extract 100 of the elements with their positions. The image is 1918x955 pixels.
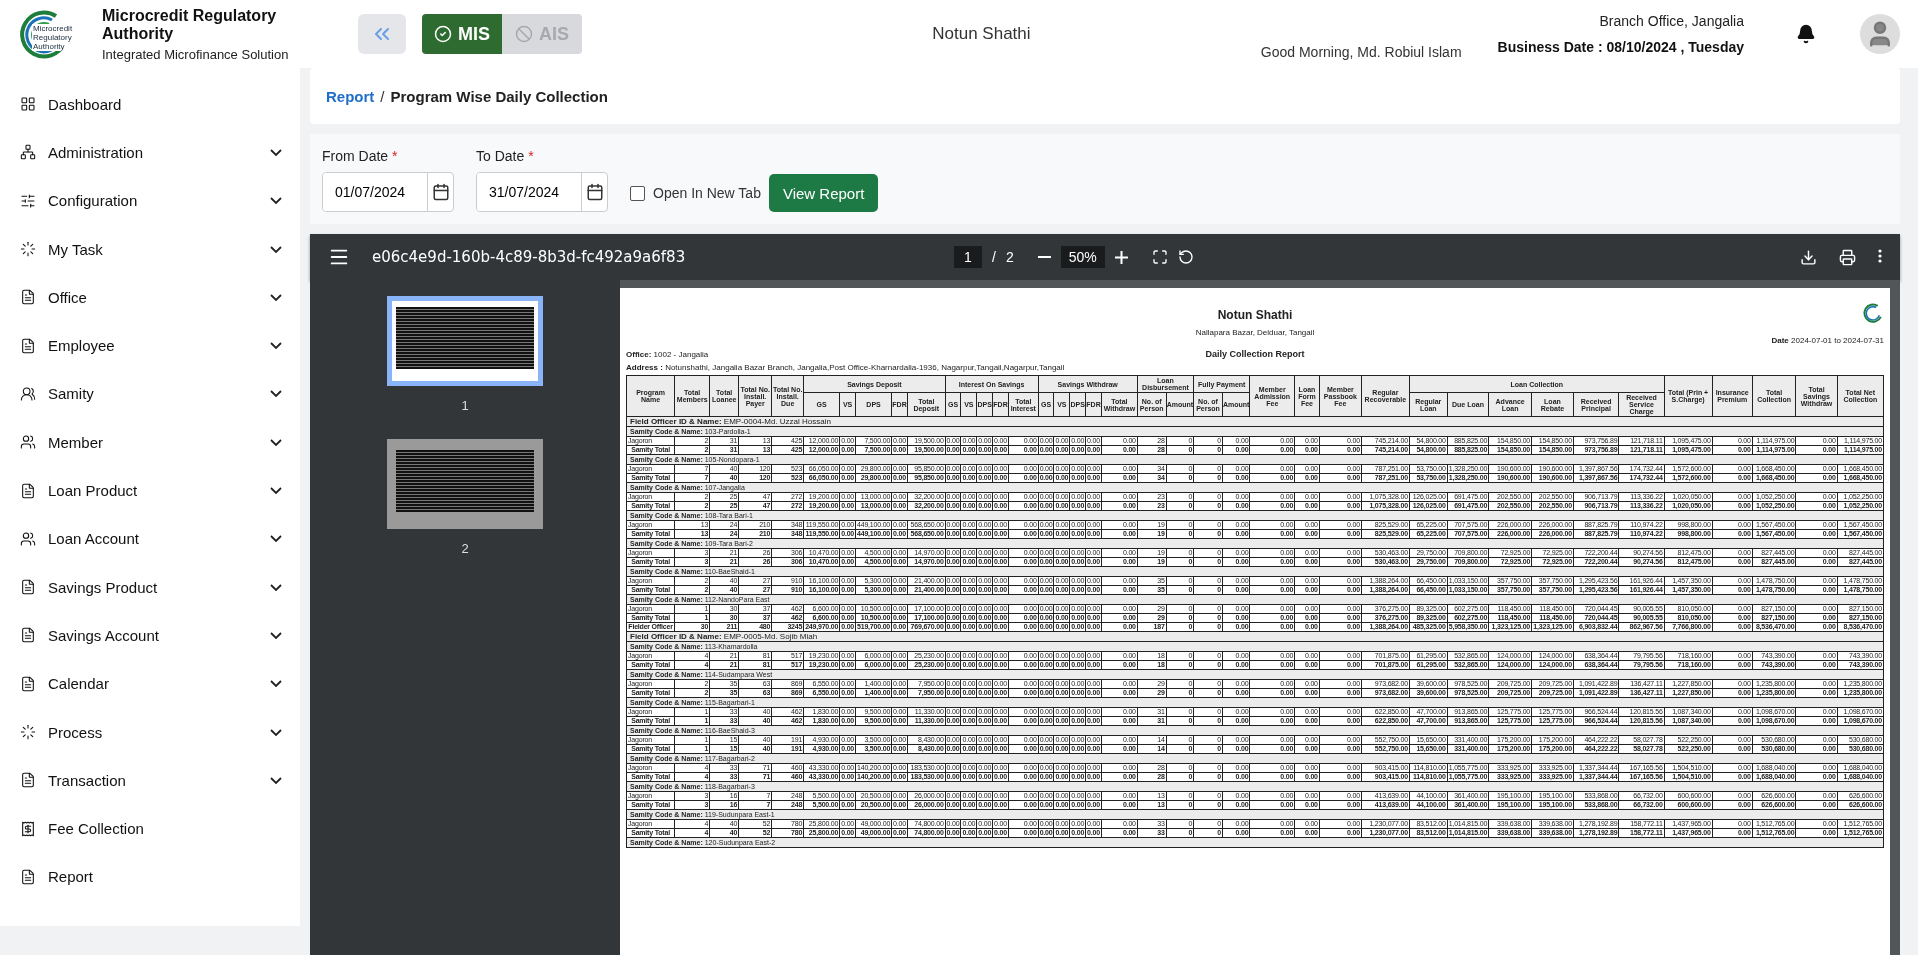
chevron-down-icon <box>270 487 282 494</box>
zoom-in-button[interactable] <box>1114 250 1128 264</box>
print-button[interactable] <box>1839 248 1856 266</box>
sidebar-item[interactable]: Calendar <box>0 659 300 708</box>
plus-icon <box>1114 250 1128 264</box>
grid-icon <box>20 96 36 113</box>
fit-icon <box>1151 249 1168 265</box>
ban-icon <box>515 25 533 43</box>
thumbnail-label: 1 <box>461 398 469 413</box>
document-icon <box>20 289 36 306</box>
chevron-down-icon <box>270 583 282 591</box>
branch-title: Notun Shathi <box>931 24 1032 44</box>
sidebar-item[interactable]: Dashboard <box>0 80 300 129</box>
view-report-button[interactable]: View Report <box>768 174 879 212</box>
sliders-icon <box>20 192 36 209</box>
document-icon <box>20 868 36 885</box>
sidebar-item[interactable]: Fee Collection <box>0 804 300 853</box>
chevron-down-icon <box>270 631 282 639</box>
office-text: Office: 1002 - Jangalia <box>626 350 710 359</box>
sidebar-item[interactable]: Office <box>0 273 300 322</box>
page-separator: / <box>992 249 996 265</box>
fit-page-button[interactable] <box>1151 249 1168 265</box>
document-icon <box>20 675 36 692</box>
chevron-down-icon <box>270 245 282 253</box>
sidebar-item[interactable]: My Task <box>0 224 300 274</box>
minus-icon <box>1037 256 1051 258</box>
breadcrumb-link[interactable]: Report <box>326 87 375 105</box>
chevron-down-icon <box>270 438 282 446</box>
sidebar-item[interactable]: Report <box>0 852 300 902</box>
breadcrumb-current: Program Wise Daily Collection <box>390 87 608 105</box>
loader-icon <box>20 241 36 258</box>
download-button[interactable] <box>1800 248 1817 266</box>
field-label: To Date * <box>476 148 535 164</box>
logo-text: Microcredit Regulatory Authority <box>32 24 74 51</box>
people-icon <box>20 144 36 161</box>
date-range-text: Date 2024-07-01 to 2024-07-31 <box>1771 336 1884 345</box>
notifications-button[interactable] <box>1796 24 1816 44</box>
document-icon <box>20 772 36 789</box>
chevron-down-icon <box>270 390 282 398</box>
date-field[interactable]: 01/07/2024 <box>322 172 454 212</box>
mode-toggle[interactable]: MIS <box>422 14 502 54</box>
business-date: Business Date : 08/10/2024 , Tuesday <box>1497 39 1744 55</box>
file-name: e06c4e9d-160b-4c89-8b3d-fc492a9a6f83 <box>372 248 687 266</box>
calendar-icon[interactable] <box>431 183 450 201</box>
greeting-text: Good Morning, Md. Robiul Islam <box>1260 44 1462 60</box>
bell-icon <box>1796 24 1816 44</box>
document-icon <box>20 337 36 354</box>
report-address: Nallapara Bazar, Delduar, Tangail <box>1195 328 1315 337</box>
chevron-down-icon <box>270 680 282 688</box>
sidebar-item[interactable]: Configuration <box>0 176 300 225</box>
avatar[interactable] <box>1860 14 1900 54</box>
receipt-icon <box>20 820 36 837</box>
chevron-down-icon <box>270 728 282 736</box>
thumbnail-label: 2 <box>461 541 469 556</box>
branch-name: Branch Office, Jangalia <box>1599 13 1744 29</box>
breadcrumb-separator: / <box>380 87 385 105</box>
field-label: From Date * <box>322 148 399 164</box>
officer-heading: Field Officer ID & Name: EMP-0004-Md. Uzzal Hossain <box>626 416 1884 427</box>
address-text: Address : Notunshathi, Jangalia Bazar Branch, Jangalia,Post Office-Kharnardalia-1936, Nagarpur,Tangail,Nagarpur,Tangail <box>626 363 1066 372</box>
chevron-down-icon <box>270 197 282 205</box>
chevron-down-icon <box>270 293 282 301</box>
organization-name: Microcredit Regulatory Authority <box>102 6 278 43</box>
sidebar-item[interactable]: Loan Account <box>0 514 300 563</box>
sidebar-item[interactable]: Savings Account <box>0 611 300 660</box>
sidebar-item[interactable]: Savings Product <box>0 562 300 612</box>
users-icon <box>20 530 36 547</box>
loader-icon <box>20 724 36 740</box>
logo-icon <box>1862 302 1884 324</box>
calendar-icon[interactable] <box>585 183 604 201</box>
page-total: 2 <box>1005 249 1014 265</box>
more-icon <box>1878 248 1882 263</box>
group-icon <box>20 385 36 402</box>
document-icon <box>20 579 36 596</box>
sidebar-item[interactable]: Loan Product <box>0 466 300 515</box>
rotate-icon <box>1177 249 1194 265</box>
download-icon <box>1800 248 1817 266</box>
users-icon <box>20 434 36 451</box>
page-thumbnail[interactable] <box>387 439 543 529</box>
chevron-down-icon <box>270 535 282 543</box>
printer-icon <box>1839 248 1856 266</box>
sidebar-item[interactable]: Samity <box>0 369 300 419</box>
date-field[interactable]: 31/07/2024 <box>476 172 608 212</box>
chevron-down-icon <box>270 148 282 156</box>
sidebar-item[interactable]: Member <box>0 418 300 467</box>
zoom-field[interactable]: 50% <box>1060 246 1105 268</box>
report-subtitle: Daily Collection Report <box>1205 349 1305 359</box>
page-number-field[interactable]: 1 <box>954 246 982 268</box>
document-icon <box>20 627 36 644</box>
rotate-button[interactable] <box>1177 249 1194 265</box>
chevron-down-icon <box>270 342 282 350</box>
report-title: Notun Shathi <box>1217 308 1293 322</box>
organization-subtitle: Integrated Microfinance Solution <box>102 46 290 62</box>
sidebar-item[interactable]: Administration <box>0 128 300 177</box>
check-circle-icon <box>434 25 452 43</box>
sidebar-item[interactable]: Employee <box>0 321 300 370</box>
page-thumbnail[interactable] <box>387 296 543 386</box>
sidebar-item[interactable]: Transaction <box>0 756 300 805</box>
new-tab-checkbox[interactable]: Open In New Tab <box>630 174 761 212</box>
sidebar-item[interactable]: Process <box>0 707 300 757</box>
officer-heading: Field Officer ID & Name: EMP-0005-Md. Sojib Miah <box>626 631 1884 642</box>
